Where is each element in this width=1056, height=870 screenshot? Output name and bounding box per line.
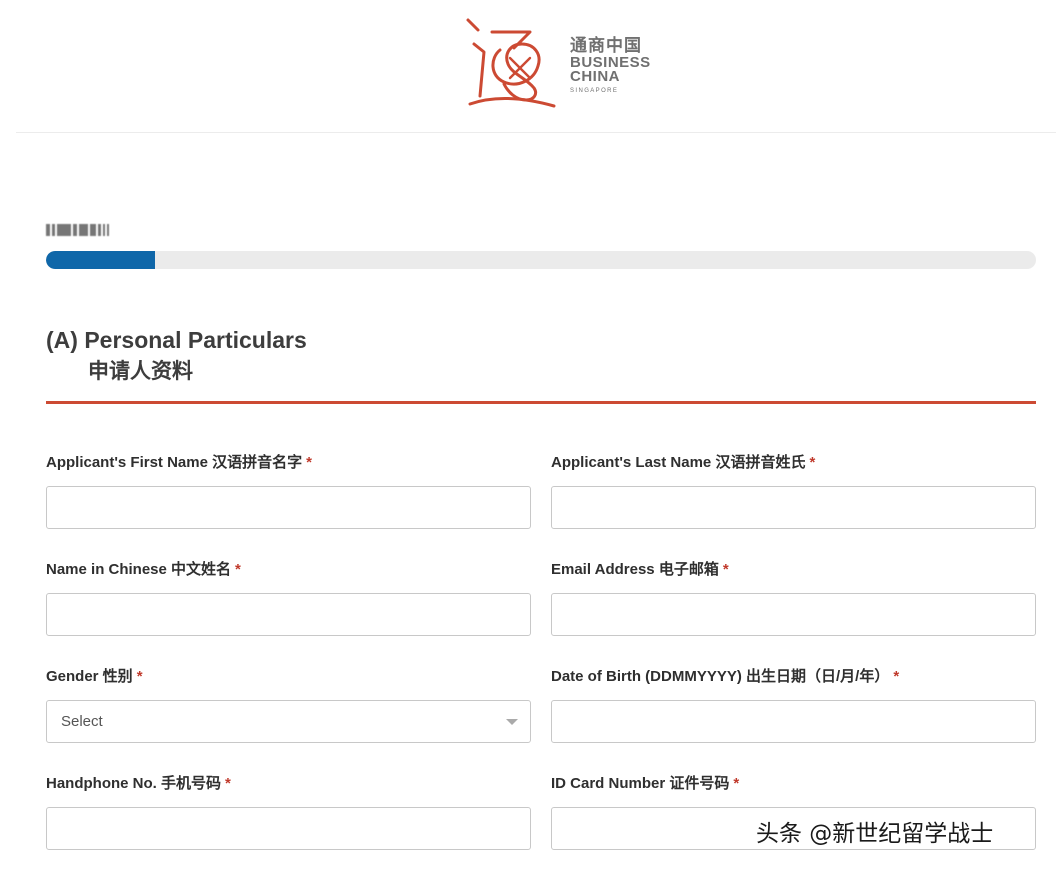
first-name-label: Applicant's First Name 汉语拼音名字 * — [46, 453, 531, 473]
gender-label: Gender 性别 * — [46, 667, 531, 687]
first-name-field: Applicant's First Name 汉语拼音名字 * — [46, 453, 531, 529]
dob-label-text: Date of Birth (DDMMYYYY) 出生日期（日/月/年） — [551, 668, 890, 685]
required-marker: * — [235, 561, 241, 578]
last-name-input[interactable] — [551, 486, 1036, 529]
required-marker: * — [893, 668, 900, 685]
required-marker: * — [733, 775, 740, 792]
required-marker: * — [306, 454, 312, 471]
handphone-label-text: Handphone No. 手机号码 — [46, 775, 221, 792]
section-title: (A) Personal Particulars — [46, 327, 307, 353]
business-china-logo-mark-icon — [466, 18, 556, 108]
required-marker: * — [136, 668, 143, 685]
required-marker: * — [809, 454, 816, 471]
form-progress-bar — [46, 251, 1036, 269]
form-progress-fill — [46, 251, 155, 269]
business-china-logo[interactable]: 通商中国 BUSINESS CHINA SINGAPORE — [464, 14, 664, 114]
email-field: Email Address 电子邮箱 * — [551, 560, 1036, 636]
required-marker: * — [225, 775, 231, 792]
chevron-down-icon — [506, 719, 518, 725]
gender-select[interactable]: Select — [46, 700, 531, 743]
section-title-cn: 申请人资料 — [88, 359, 193, 383]
dob-field: Date of Birth (DDMMYYYY) 出生日期（日/月/年） * — [551, 667, 1036, 743]
required-marker: * — [722, 561, 729, 578]
logo-name-en-line2: CHINA — [570, 68, 620, 85]
logo-name-cn: 通商中国 — [570, 36, 642, 56]
gender-field: Gender 性别 * Select — [46, 667, 531, 743]
site-header: 通商中国 BUSINESS CHINA SINGAPORE — [16, 0, 1056, 133]
chinese-name-label: Name in Chinese 中文姓名 * — [46, 560, 531, 580]
gender-label-text: Gender 性别 — [46, 668, 133, 685]
email-label: Email Address 电子邮箱 * — [551, 560, 1036, 580]
dob-input[interactable] — [551, 700, 1036, 743]
id-card-label: ID Card Number 证件号码 * — [551, 774, 1036, 794]
chinese-name-label-text: Name in Chinese 中文姓名 — [46, 561, 232, 578]
gender-select-value: Select — [61, 713, 103, 730]
chinese-name-input[interactable] — [46, 593, 531, 636]
email-label-text: Email Address 电子邮箱 — [551, 561, 719, 578]
id-card-label-text: ID Card Number 证件号码 — [551, 775, 730, 792]
handphone-field: Handphone No. 手机号码 * — [46, 774, 531, 850]
section-divider — [46, 401, 1036, 404]
dob-label: Date of Birth (DDMMYYYY) 出生日期（日/月/年） * — [551, 667, 1036, 687]
first-name-input[interactable] — [46, 486, 531, 529]
step-indicator-text-redacted — [46, 224, 126, 238]
handphone-label: Handphone No. 手机号码 * — [46, 774, 531, 794]
last-name-field: Applicant's Last Name 汉语拼音姓氏 * — [551, 453, 1036, 529]
id-card-field: ID Card Number 证件号码 * — [551, 774, 1036, 850]
last-name-label-text: Applicant's Last Name 汉语拼音姓氏 — [551, 454, 806, 471]
chinese-name-field: Name in Chinese 中文姓名 * — [46, 560, 531, 636]
email-input[interactable] — [551, 593, 1036, 636]
logo-wordmark: 通商中国 BUSINESS CHINA SINGAPORE — [570, 36, 651, 98]
first-name-label-text: Applicant's First Name 汉语拼音名字 — [46, 454, 303, 471]
last-name-label: Applicant's Last Name 汉语拼音姓氏 * — [551, 453, 1036, 473]
logo-name-en-sub: SINGAPORE — [570, 88, 619, 94]
watermark-text: 头条 @新世纪留学战士 — [756, 821, 994, 847]
handphone-input[interactable] — [46, 807, 531, 850]
